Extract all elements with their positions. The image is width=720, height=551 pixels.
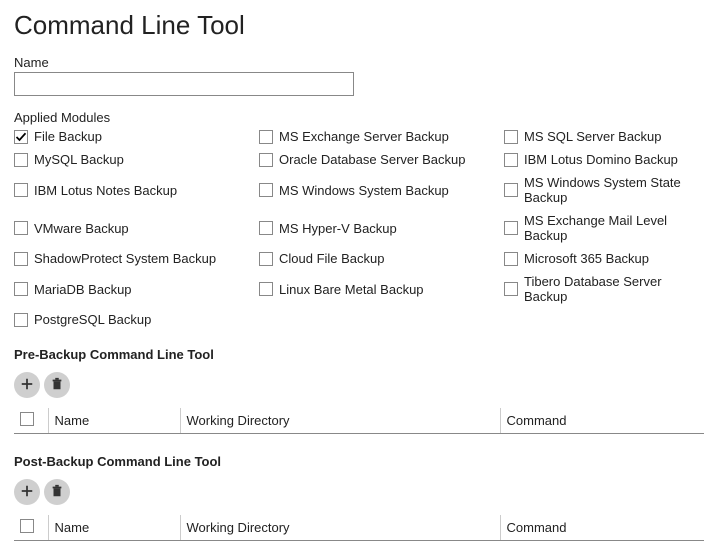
pre-backup-table: Name Working Directory Command (14, 408, 704, 434)
module-checkbox[interactable] (259, 252, 273, 266)
pre-backup-delete-button[interactable] (44, 372, 70, 398)
applied-modules-label: Applied Modules (14, 110, 706, 125)
module-checkbox[interactable] (14, 313, 28, 327)
post-backup-delete-button[interactable] (44, 479, 70, 505)
post-backup-col-workingdir: Working Directory (180, 515, 500, 541)
module-label: MySQL Backup (34, 152, 124, 167)
module-checkbox[interactable] (259, 153, 273, 167)
module-item: MS SQL Server Backup (504, 129, 706, 144)
module-label: Tibero Database Server Backup (524, 274, 706, 304)
module-label: MS Windows System State Backup (524, 175, 706, 205)
pre-backup-col-name: Name (48, 408, 180, 434)
pre-backup-select-all-checkbox[interactable] (20, 412, 34, 426)
module-label: File Backup (34, 129, 102, 144)
module-checkbox[interactable] (259, 183, 273, 197)
module-item: PostgreSQL Backup (14, 312, 259, 327)
module-label: IBM Lotus Domino Backup (524, 152, 678, 167)
post-backup-col-name: Name (48, 515, 180, 541)
module-item: Oracle Database Server Backup (259, 152, 504, 167)
post-backup-select-all-checkbox[interactable] (20, 519, 34, 533)
module-label: VMware Backup (34, 221, 129, 236)
module-label: PostgreSQL Backup (34, 312, 151, 327)
module-checkbox[interactable] (504, 282, 518, 296)
applied-modules-grid: File Backup MS Exchange Server Backup MS S… (14, 129, 706, 327)
module-checkbox[interactable] (14, 282, 28, 296)
pre-backup-add-button[interactable] (14, 372, 40, 398)
module-label: MS Exchange Mail Level Backup (524, 213, 706, 243)
pre-backup-title: Pre-Backup Command Line Tool (14, 347, 706, 362)
module-label: MS SQL Server Backup (524, 129, 662, 144)
module-item: MS Exchange Mail Level Backup (504, 213, 706, 243)
pre-backup-col-command: Command (500, 408, 704, 434)
module-item: Microsoft 365 Backup (504, 251, 706, 266)
module-checkbox[interactable] (504, 183, 518, 197)
module-label: ShadowProtect System Backup (34, 251, 216, 266)
module-label: MS Windows System Backup (279, 183, 449, 198)
module-checkbox[interactable] (504, 130, 518, 144)
module-checkbox[interactable] (259, 221, 273, 235)
module-checkbox[interactable] (14, 183, 28, 197)
pre-backup-col-workingdir: Working Directory (180, 408, 500, 434)
module-item: ShadowProtect System Backup (14, 251, 259, 266)
module-checkbox[interactable] (259, 282, 273, 296)
module-label: Microsoft 365 Backup (524, 251, 649, 266)
post-backup-col-command: Command (500, 515, 704, 541)
module-item: MS Windows System Backup (259, 175, 504, 205)
post-backup-table: Name Working Directory Command (14, 515, 704, 541)
module-item: Cloud File Backup (259, 251, 504, 266)
module-checkbox[interactable] (14, 130, 28, 144)
module-label: Linux Bare Metal Backup (279, 282, 424, 297)
module-checkbox[interactable] (14, 252, 28, 266)
module-checkbox[interactable] (14, 221, 28, 235)
module-checkbox[interactable] (504, 153, 518, 167)
module-checkbox[interactable] (14, 153, 28, 167)
module-item: MariaDB Backup (14, 274, 259, 304)
module-label: IBM Lotus Notes Backup (34, 183, 177, 198)
module-label: Cloud File Backup (279, 251, 385, 266)
plus-icon (20, 377, 34, 394)
module-item: IBM Lotus Domino Backup (504, 152, 706, 167)
module-item: MS Exchange Server Backup (259, 129, 504, 144)
module-item: IBM Lotus Notes Backup (14, 175, 259, 205)
trash-icon (50, 484, 64, 501)
module-item: MS Windows System State Backup (504, 175, 706, 205)
module-label: MS Hyper-V Backup (279, 221, 397, 236)
plus-icon (20, 484, 34, 501)
module-checkbox[interactable] (259, 130, 273, 144)
module-label: MS Exchange Server Backup (279, 129, 449, 144)
name-label: Name (14, 55, 706, 70)
module-item: MySQL Backup (14, 152, 259, 167)
name-input[interactable] (14, 72, 354, 96)
module-item: MS Hyper-V Backup (259, 213, 504, 243)
module-checkbox[interactable] (504, 252, 518, 266)
module-item: Linux Bare Metal Backup (259, 274, 504, 304)
post-backup-add-button[interactable] (14, 479, 40, 505)
page-title: Command Line Tool (14, 10, 706, 41)
module-checkbox[interactable] (504, 221, 518, 235)
module-item: File Backup (14, 129, 259, 144)
trash-icon (50, 377, 64, 394)
post-backup-title: Post-Backup Command Line Tool (14, 454, 706, 469)
module-label: MariaDB Backup (34, 282, 132, 297)
module-item: Tibero Database Server Backup (504, 274, 706, 304)
module-item: VMware Backup (14, 213, 259, 243)
module-label: Oracle Database Server Backup (279, 152, 465, 167)
